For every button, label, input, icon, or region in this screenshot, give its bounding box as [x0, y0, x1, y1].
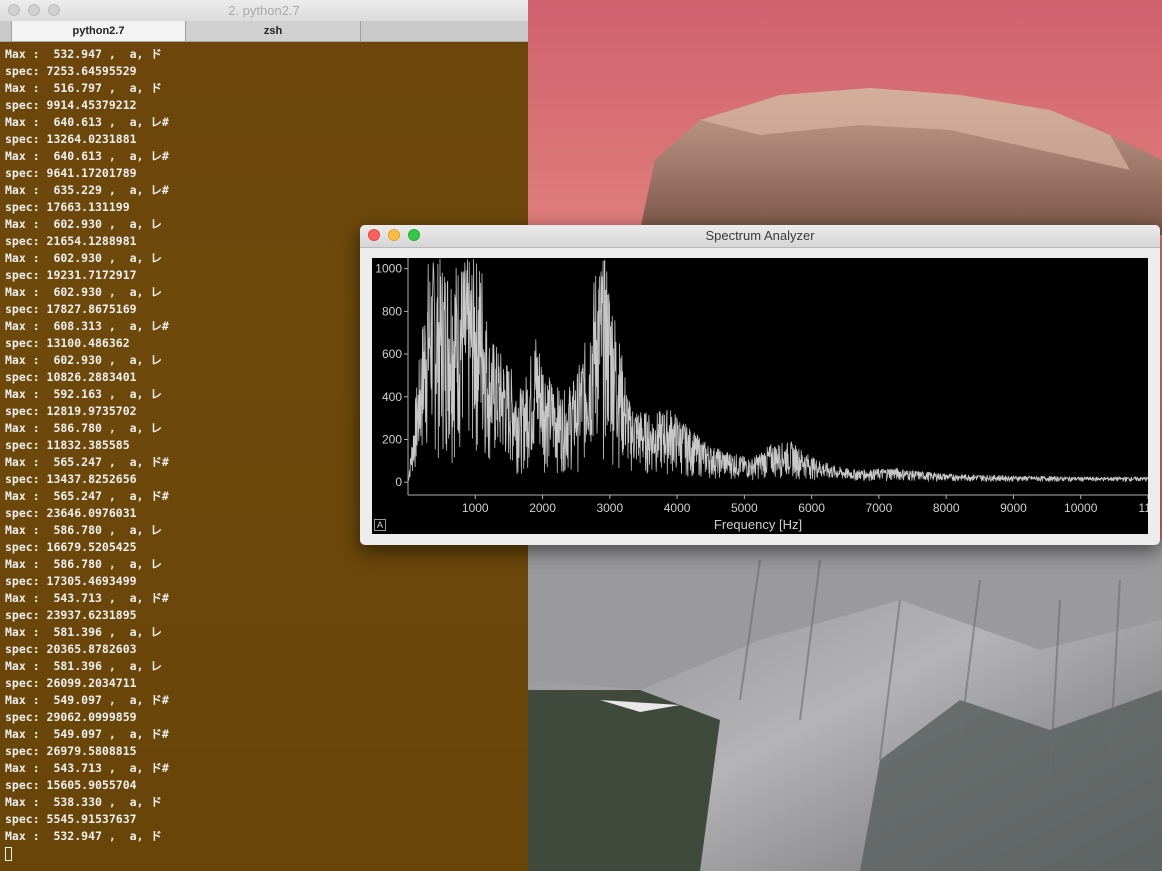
terminal-line: Max : 532.947 , a, ド	[5, 829, 162, 843]
terminal-line: spec: 17305.4693499	[5, 574, 137, 588]
terminal-line: spec: 26979.5808815	[5, 744, 137, 758]
terminal-line: Max : 543.713 , a, ド#	[5, 761, 169, 775]
x-tick-label: 2000	[529, 501, 556, 515]
x-tick-label: 1000	[462, 501, 489, 515]
y-tick-label: 1000	[375, 262, 402, 276]
terminal-line: Max : 586.780 , a, レ	[5, 557, 162, 571]
window-title: 2. python2.7	[228, 3, 300, 18]
terminal-line: Max : 581.396 , a, レ	[5, 659, 162, 673]
spectrum-titlebar[interactable]: Spectrum Analyzer	[360, 225, 1160, 248]
terminal-line: spec: 7253.64595529	[5, 64, 137, 78]
terminal-line: Max : 549.097 , a, ド#	[5, 727, 169, 741]
tab-python[interactable]: python2.7	[11, 21, 186, 41]
terminal-line: spec: 9914.45379212	[5, 98, 137, 112]
terminal-line: spec: 9641.17201789	[5, 166, 137, 180]
terminal-line: spec: 5545.91537637	[5, 812, 137, 826]
terminal-line: spec: 29062.0999859	[5, 710, 137, 724]
spectrum-chart: 0 200 400 600 800 1000 1000 2000 3000 4000 5000 600…	[375, 258, 1148, 532]
y-tick-label: 0	[395, 475, 402, 489]
terminal-line: Max : 516.797 , a, ド	[5, 81, 162, 95]
terminal-line: Max : 581.396 , a, レ	[5, 625, 162, 639]
terminal-titlebar[interactable]: 2. python2.7	[0, 0, 528, 22]
x-tick-label: 7000	[866, 501, 893, 515]
y-tick-label: 400	[382, 390, 402, 404]
terminal-line: Max : 549.097 , a, ド#	[5, 693, 169, 707]
terminal-line: spec: 20365.8782603	[5, 642, 137, 656]
window-title: Spectrum Analyzer	[705, 228, 815, 243]
tab-zsh[interactable]: zsh	[186, 21, 361, 41]
auto-range-button[interactable]: A	[374, 519, 386, 531]
terminal-line: Max : 543.713 , a, ド#	[5, 591, 169, 605]
x-tick-label: 10000	[1064, 501, 1098, 515]
tab-bar-empty-space	[361, 21, 528, 41]
terminal-line: spec: 13264.0231881	[5, 132, 137, 146]
x-tick-label: 3000	[596, 501, 623, 515]
x-tick-label: 9000	[1000, 501, 1027, 515]
terminal-line: spec: 17663.131199	[5, 200, 130, 214]
terminal-cursor	[5, 847, 12, 861]
y-tick-label: 600	[382, 347, 402, 361]
x-tick-label: 110	[1138, 501, 1148, 515]
terminal-line: Max : 532.947 , a, ド	[5, 47, 162, 61]
tab-bar: python2.7 zsh	[0, 21, 528, 42]
spectrum-plot[interactable]: 0 200 400 600 800 1000 1000 2000 3000 4000 5000 600…	[372, 258, 1148, 534]
spectrum-analyzer-window: Spectrum Analyzer 0 200 400 600 800 1000 1000 2…	[360, 225, 1160, 545]
terminal-line: spec: 26099.2034711	[5, 676, 137, 690]
x-tick-label: 4000	[664, 501, 691, 515]
terminal-line: spec: 15605.9055704	[5, 778, 137, 792]
x-tick-label: 8000	[933, 501, 960, 515]
terminal-line: spec: 23937.6231895	[5, 608, 137, 622]
terminal-line: Max : 538.330 , a, ド	[5, 795, 162, 809]
y-tick-label: 200	[382, 432, 402, 446]
terminal-line: Max : 640.613 , a, レ#	[5, 149, 169, 163]
terminal-line: Max : 640.613 , a, レ#	[5, 115, 169, 129]
y-tick-label: 800	[382, 304, 402, 318]
spectrum-series-line	[407, 258, 1148, 483]
x-tick-label: 6000	[798, 501, 825, 515]
terminal-line: Max : 635.229 , a, レ#	[5, 183, 169, 197]
x-axis-label: Frequency [Hz]	[714, 517, 802, 532]
x-tick-label: 5000	[731, 501, 758, 515]
